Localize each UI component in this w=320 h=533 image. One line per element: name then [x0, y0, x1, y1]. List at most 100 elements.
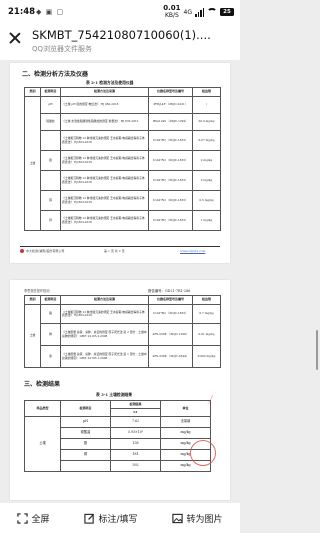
table-row: 土壤 镍 《土壤和沉积物 12 种金属元素的测定 王水提取-电感耦合等离子体质谱…	[24, 304, 221, 368]
document-page-1[interactable]: 二、检测分析方法及仪器 表 2-1 检测方法及使用仪器 类别 检测项目 检测方法…	[10, 63, 230, 263]
network-type: 4G	[183, 8, 192, 16]
limit-cell: 0.01 mg/kg	[192, 323, 221, 346]
col-header: 检测结果	[110, 400, 161, 409]
method-cell: 《土壤质量 总汞、总砷、总铅的测定 原子荧光法 第 2 部分：土壤中总砷的测定》…	[60, 323, 149, 346]
value-cell: 592	[110, 460, 161, 472]
instrument-cell: PHSJ-4F （ZDJC-2221）	[148, 96, 193, 114]
method-cell: 《土壤质量 总汞、总砷、总铅的测定 原子荧光法 第 1 部分：土壤中总汞的测定》…	[60, 345, 149, 368]
item-cell	[40, 130, 61, 151]
status-right: 0.01 KB/S 4G 25	[163, 5, 234, 19]
app-header: SKMBT_75421080710060(1).... QQ浏览器文件服务	[0, 24, 240, 60]
footer-company: 中大检测(湖南)股份有限公司	[26, 249, 65, 253]
method-cell: 《土壤和沉积物 12 种金属元素的测定 王水提取-电感耦合等离子体质谱法》 HJ…	[60, 130, 149, 151]
network-speed: 0.01 KB/S	[163, 4, 181, 20]
table-row: 铜 《土壤和沉积物 12 种金属元素的测定 王水提取-电感耦合等离子体质谱法》 …	[25, 190, 221, 211]
item-cell: 硫酸盐	[60, 427, 111, 439]
value-cell: 138	[110, 438, 161, 450]
col-header: 检测方法及来源	[60, 87, 149, 97]
wifi-icon	[207, 8, 217, 16]
status-bar: 21:48 ◆ ▣ ▢ 0.01 KB/S 4G 25	[0, 0, 240, 24]
limit-cell: 0.5 mg/kg	[192, 190, 221, 211]
close-icon[interactable]	[7, 30, 23, 46]
col-header: 样品类型	[24, 400, 61, 417]
method-cell: 《土壤和沉积物 12 种金属元素的测定 王水提取-电感耦合等离子体质谱法》 HJ…	[60, 304, 149, 324]
item-cell: 汞	[40, 345, 61, 368]
value-cell: 5.93×10³	[110, 427, 161, 439]
signal-icon	[195, 7, 204, 17]
col-header: 检测项目	[40, 87, 61, 97]
value-cell: 7.62	[110, 416, 161, 428]
col-header: 仪器名称型号及编号	[148, 295, 193, 305]
fullscreen-icon	[17, 512, 29, 524]
footer-website: www.zdjcdx.com	[180, 249, 206, 253]
report-number: 报告编号：GD21-7R1-286	[148, 289, 191, 293]
sample-type-cell: 土壤	[24, 416, 61, 472]
item-cell: 铜	[40, 190, 61, 211]
item-cell	[60, 460, 111, 472]
table-row: 硫酸盐 《土壤 水溶性和酸溶性硫酸盐的测定 重量法》 HJ 635-2012 B…	[25, 113, 221, 131]
convert-to-image-label: 转为图片	[186, 514, 223, 525]
col-header: 检测项目	[60, 400, 111, 417]
table-row: 铬 《土壤和沉积物 12 种金属元素的测定 王水提取-电感耦合等离子体质谱法》 …	[25, 150, 221, 171]
instrument-cell: ICAP RQ （ZDJC-1833）	[148, 210, 193, 231]
network-speed-value: 0.01	[163, 4, 181, 12]
instrument-cell: BSA1245 （ZDJC-1292）	[148, 113, 193, 131]
col-header: 检测项目	[40, 295, 61, 305]
instrument-cell: AFS-230E （ZDJC-1844）	[148, 345, 193, 368]
instrument-cell: ICAP RQ （ZDJC-1833）	[148, 190, 193, 211]
item-cell: 铬	[40, 150, 61, 171]
table-row: 土壤 pH 《土壤 pH 值的测定 电位法》 HJ 962-2018 PHSJ-…	[24, 96, 221, 231]
scrollbar-thumb[interactable]	[316, 330, 318, 370]
unit-cell: mg/kg	[160, 427, 211, 439]
col-header: 检测方法及来源	[60, 295, 149, 305]
footer-rule	[20, 246, 220, 247]
limit-cell: 2 mg/kg	[192, 150, 221, 171]
col-header: 单位	[160, 400, 211, 417]
seal-stamp	[190, 440, 216, 466]
document-title: SKMBT_75421080710060(1)....	[32, 28, 211, 42]
item-cell: 铜	[60, 449, 111, 461]
limit-cell: 50.0 mg/kg	[192, 113, 221, 131]
footer-page-number: 第 1 页 共 2 页	[104, 249, 125, 253]
table-row: 锌 《土壤和沉积物 12 种金属元素的测定 王水提取-电感耦合等离子体质谱法》 …	[25, 210, 221, 231]
methods-table-continued: 类别 检测项目 检测方法及来源 仪器名称型号及编号 检出限 土壤 镍 《土壤和沉…	[24, 295, 221, 368]
company-logo-icon	[20, 249, 24, 253]
table-row: 砷 《土壤质量 总汞、总砷、总铅的测定 原子荧光法 第 2 部分：土壤中总砷的测…	[25, 323, 221, 346]
limit-cell: 2 mg/kg	[192, 170, 221, 191]
status-time: 21:48	[8, 7, 36, 17]
item-cell: 砷	[40, 323, 61, 346]
convert-to-image-button[interactable]: 转为图片	[172, 512, 223, 525]
table-row: 《土壤和沉积物 12 种金属元素的测定 王水提取-电感耦合等离子体质谱法》 HJ…	[25, 170, 221, 191]
sample-id-header: S1	[110, 408, 161, 417]
method-cell: 《土壤 水溶性和酸溶性硫酸盐的测定 重量法》 HJ 635-2012	[60, 113, 149, 131]
instrument-cell: ICAP RQ （ZDJC-1833）	[148, 304, 193, 324]
fullscreen-button[interactable]: 全屏	[17, 512, 50, 525]
section-title: 二、检测分析方法及仪器	[22, 71, 89, 78]
fullscreen-label: 全屏	[31, 514, 50, 525]
instrument-cell: ICAP RQ （ZDJC-1833）	[148, 170, 193, 191]
col-header: 类别	[24, 87, 41, 97]
instrument-cell: ICAP RQ （ZDJC-1833）	[148, 150, 193, 171]
col-header: 检出限	[192, 87, 221, 97]
table-row: 《土壤和沉积物 12 种金属元素的测定 王水提取-电感耦合等离子体质谱法》 HJ…	[25, 130, 221, 151]
limit-cell: 0.002 mg/kg	[192, 345, 221, 368]
category-cell: 土壤	[24, 96, 41, 231]
category-cell: 土壤	[24, 304, 41, 368]
col-header: 检出限	[192, 295, 221, 305]
method-cell: 《土壤和沉积物 12 种金属元素的测定 王水提取-电感耦合等离子体质谱法》 HJ…	[60, 150, 149, 171]
instrument-cell: ICAP RQ （ZDJC-1833）	[148, 130, 193, 151]
col-header: 类别	[24, 295, 41, 305]
limit-cell: 1 mg/kg	[192, 210, 221, 231]
document-page-2[interactable]: 李思规总是环检测 报告编号：GD21-7R1-286 类别 检测项目 检测方法及…	[10, 280, 230, 500]
notification-icons: ◆ ▣ ▢	[36, 8, 65, 16]
results-table: 样品类型 检测项目 检测结果 单位 S1 土壤 pH 7.62 无量纲 硫酸盐 …	[24, 400, 211, 472]
item-cell: pH	[60, 416, 111, 428]
table-row: 汞 《土壤质量 总汞、总砷、总铅的测定 原子荧光法 第 1 部分：土壤中总汞的测…	[25, 345, 221, 368]
edit-icon	[84, 513, 95, 524]
method-cell: 《土壤 pH 值的测定 电位法》 HJ 962-2018	[60, 96, 149, 114]
page-header-left: 李思规总是环检测	[24, 289, 50, 293]
instrument-cell: AFS-230E （ZDJC-1296）	[148, 323, 193, 346]
method-cell: 《土壤和沉积物 12 种金属元素的测定 王水提取-电感耦合等离子体质谱法》 HJ…	[60, 210, 149, 231]
bottom-toolbar: 全屏 标注/填写 转为图片	[0, 503, 240, 533]
annotate-button[interactable]: 标注/填写	[84, 512, 138, 525]
